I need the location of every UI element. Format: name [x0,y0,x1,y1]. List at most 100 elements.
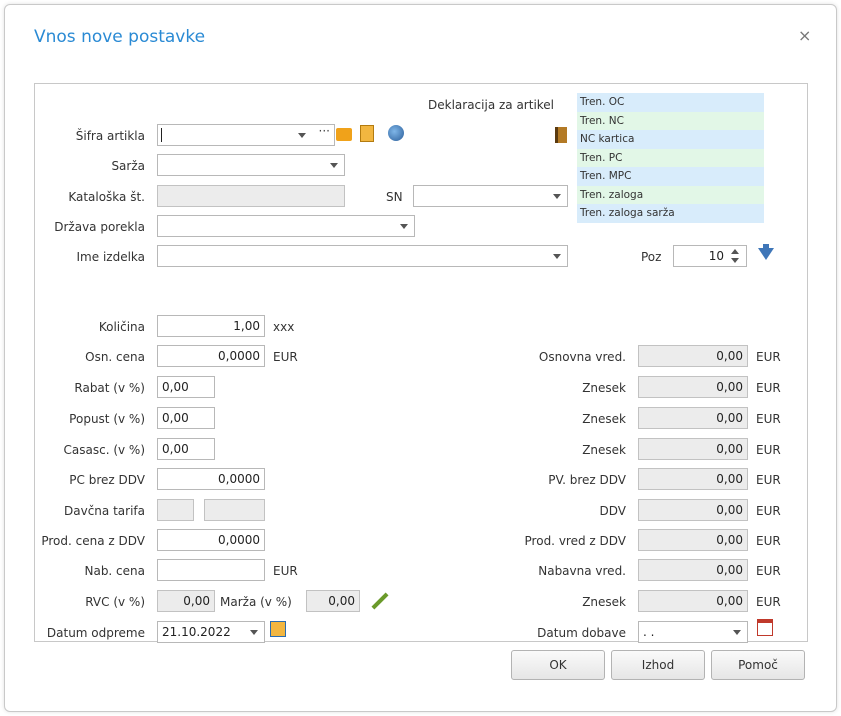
poz-label: Poz [641,250,662,264]
znesek-marza-label: Znesek [582,595,626,609]
sarza-label: Sarža [111,159,145,173]
kolicina-label: Količina [98,320,145,334]
ime-izdelka-label: Ime izdelka [76,250,145,264]
poz-stepper[interactable]: 10 [673,245,747,267]
globe-link-icon[interactable] [388,125,404,141]
chevron-down-icon[interactable] [250,630,258,635]
chevron-down-icon[interactable] [553,194,561,199]
info-item-nc-kartica[interactable]: NC kartica [577,130,764,149]
sn-label: SN [386,190,403,204]
chevron-down-icon[interactable] [733,630,741,635]
prod-vred-label: Prod. vred z DDV [524,534,626,548]
nabavna-vred-input[interactable]: 0,00 [638,559,748,581]
declaration-label: Deklaracija za artikel [428,98,555,112]
poz-value: 10 [708,249,724,263]
osnovna-vred-input[interactable]: 0,00 [638,345,748,367]
davcna-tarifa-label: Davčna tarifa [64,504,145,518]
casasc-input[interactable]: 0,00 [157,438,215,460]
nab-cena-label: Nab. cena [84,564,145,578]
pv-brez-ddv-unit: EUR [756,473,781,487]
ime-izdelka-select[interactable] [157,245,568,267]
znesek-casasc-unit: EUR [756,443,781,457]
sn-select[interactable] [413,185,568,207]
pc-brez-ddv-label: PC brez DDV [69,473,145,487]
ok-button[interactable]: OK [511,650,605,680]
kataloska-input[interactable] [157,185,345,207]
nab-cena-unit: EUR [273,564,298,578]
sarza-select[interactable] [157,154,345,176]
ddv-unit: EUR [756,504,781,518]
znesek-popust-label: Znesek [582,412,626,426]
davcna-tarifa-rate[interactable] [204,499,265,521]
info-item-tren-pc[interactable]: Tren. PC [577,148,764,167]
prod-vred-input[interactable]: 0,00 [638,529,748,551]
chevron-down-icon[interactable] [553,254,561,259]
znesek-casasc-input[interactable]: 0,00 [638,438,748,460]
osn-cena-input[interactable]: 0,0000 [157,345,265,367]
ellipsis-icon[interactable]: ··· [319,121,330,141]
book-icon[interactable] [555,127,567,143]
datum-odpreme-label: Datum odpreme [46,626,145,640]
popust-label: Popust (v %) [69,412,145,426]
nabavna-vred-unit: EUR [756,564,781,578]
pv-brez-ddv-input[interactable]: 0,00 [638,468,748,490]
drzava-label: Država porekla [54,220,145,234]
folder-icon[interactable] [336,128,352,141]
calendar-icon[interactable] [757,619,773,636]
znesek-popust-unit: EUR [756,412,781,426]
rabat-label: Rabat (v %) [74,381,145,395]
drzava-select[interactable] [157,215,415,237]
nabavna-vred-label: Nabavna vred. [538,564,626,578]
info-item-tren-nc[interactable]: Tren. NC [577,111,764,130]
pomoc-button[interactable]: Pomoč [711,650,805,680]
ddv-label: DDV [599,504,626,518]
dialog-title: Vnos nove postavke [34,27,206,47]
osnovna-vred-label: Osnovna vred. [538,350,626,364]
znesek-marza-unit: EUR [756,595,781,609]
info-item-tren-zaloga[interactable]: Tren. zaloga [577,185,764,204]
chevron-down-icon[interactable] [330,163,338,168]
datum-odpreme-select[interactable]: 21.10.2022 [157,621,265,643]
marza-input[interactable]: 0,00 [306,590,360,612]
ddv-input[interactable]: 0,00 [638,499,748,521]
popust-input[interactable]: 0,00 [157,407,215,429]
chevron-down-icon[interactable] [731,258,739,263]
sifra-artikla-label: Šifra artikla [75,129,145,143]
znesek-marza-input[interactable]: 0,00 [638,590,748,612]
nab-cena-input[interactable] [157,559,265,581]
chevron-down-icon[interactable] [298,133,306,138]
info-item-tren-mpc[interactable]: Tren. MPC [577,167,764,186]
text-cursor [161,128,162,142]
izhod-button[interactable]: Izhod [611,650,705,680]
znesek-popust-input[interactable]: 0,00 [638,407,748,429]
osn-cena-unit: EUR [273,350,298,364]
casasc-label: Casasc. (v %) [63,443,146,457]
info-list: Tren. OC Tren. NC NC kartica Tren. PC Tr… [577,93,764,223]
chevron-down-icon[interactable] [400,224,408,229]
clipboard-icon[interactable] [270,621,286,637]
close-icon[interactable]: × [798,26,811,45]
rabat-input[interactable]: 0,00 [157,376,215,398]
osnovna-vred-unit: EUR [756,350,781,364]
pc-brez-ddv-input[interactable]: 0,0000 [157,468,265,490]
info-item-tren-oc[interactable]: Tren. OC [577,93,764,112]
znesek-casasc-label: Znesek [582,443,626,457]
datum-odpreme-value: 21.10.2022 [162,625,231,639]
sifra-artikla-input[interactable]: ··· [157,124,335,146]
datum-dobave-select[interactable]: . . [638,621,748,643]
rvc-input[interactable]: 0,00 [157,590,215,612]
chevron-up-icon[interactable] [731,249,739,254]
prod-cena-input[interactable]: 0,0000 [157,529,265,551]
davcna-tarifa-code[interactable] [157,499,194,521]
znesek-rabat-input[interactable]: 0,00 [638,376,748,398]
datum-dobave-label: Datum dobave [537,626,626,640]
datum-dobave-value: . . [643,625,655,639]
copy-icon[interactable] [360,125,374,142]
kolicina-input[interactable]: 1,00 [157,315,265,337]
znesek-rabat-unit: EUR [756,381,781,395]
prod-vred-unit: EUR [756,534,781,548]
rvc-label: RVC (v %) [85,595,145,609]
info-item-tren-zaloga-sarza[interactable]: Tren. zaloga sarža [577,204,764,223]
arrow-down-stem [763,244,769,250]
kolicina-unit: xxx [273,320,295,334]
